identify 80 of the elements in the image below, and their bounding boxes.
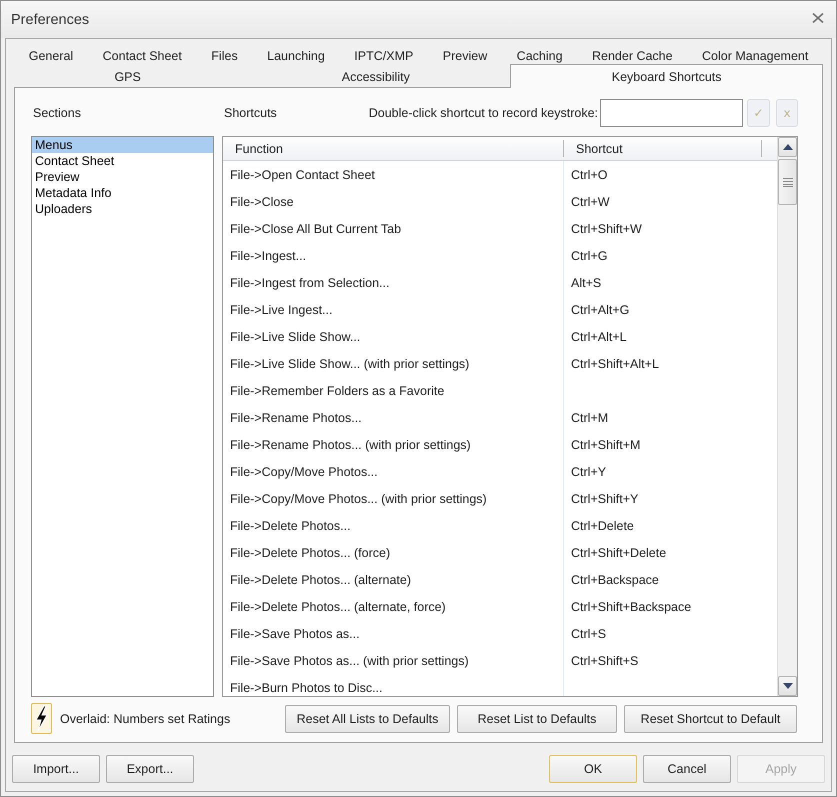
- tab[interactable]: Contact Sheet: [88, 45, 197, 66]
- tab[interactable]: General: [14, 45, 88, 66]
- section-item[interactable]: Metadata Info: [32, 185, 213, 201]
- function-cell: File->Live Slide Show...: [223, 323, 564, 350]
- shortcut-cell-text: Ctrl+S: [570, 626, 608, 642]
- function-cell: File->Copy/Move Photos... (with prior settings): [223, 485, 564, 512]
- function-cell: File->Save Photos as... (with prior settings): [223, 647, 564, 674]
- function-cell: File->Live Ingest...: [223, 296, 564, 323]
- ok-button[interactable]: OK: [549, 755, 637, 783]
- shortcut-cell-text: Ctrl+Delete: [570, 518, 635, 534]
- function-cell: File->Burn Photos to Disc...: [223, 674, 564, 696]
- tab[interactable]: Color Management: [687, 45, 824, 66]
- shortcut-cell-text: Ctrl+Shift+S: [570, 652, 640, 670]
- function-cell: File->Delete Photos... (alternate): [223, 566, 564, 593]
- shortcut-cell-text: Ctrl+Alt+L: [570, 328, 628, 346]
- lightning-icon: [34, 705, 49, 732]
- overlay-toggle-button[interactable]: [31, 703, 52, 734]
- function-cell: File->Close: [223, 188, 564, 215]
- shortcut-cell-text: Ctrl+Shift+Backspace: [570, 598, 692, 616]
- shortcut-cell-text: Ctrl+Shift+Delete: [570, 544, 668, 562]
- close-icon: [812, 12, 824, 22]
- function-cell: File->Remember Folders as a Favorite: [223, 377, 564, 404]
- function-cell: File->Live Slide Show... (with prior settings): [223, 350, 564, 377]
- function-cell: File->Copy/Move Photos...: [223, 458, 564, 485]
- scroll-up-button[interactable]: [778, 137, 797, 157]
- function-cell: File->Ingest from Selection...: [223, 269, 564, 296]
- section-item[interactable]: Uploaders: [32, 201, 213, 217]
- tab[interactable]: GPS: [14, 66, 242, 87]
- reset-button[interactable]: Reset List to Defaults: [457, 704, 617, 732]
- tab[interactable]: Preview: [428, 45, 502, 66]
- export-button[interactable]: Export...: [106, 755, 194, 783]
- grip-icon: [782, 178, 792, 186]
- import-button[interactable]: Import...: [12, 755, 100, 783]
- tab[interactable]: Files: [196, 45, 252, 66]
- down-arrow-icon: [782, 683, 792, 689]
- function-cell: File->Delete Photos...: [223, 512, 564, 539]
- shortcut-cell-text: Ctrl+Shift+M: [570, 436, 642, 454]
- shortcuts-heading: Shortcuts: [223, 106, 277, 120]
- column-header[interactable]: Shortcut: [564, 137, 762, 160]
- function-cell: File->Close All But Current Tab: [223, 215, 564, 242]
- shortcut-cell-text: Ctrl+Backspace: [570, 572, 660, 589]
- function-cell: File->Save Photos as...: [223, 620, 564, 647]
- shortcut-cell-text: Ctrl+Alt+G: [570, 302, 630, 318]
- reset-button[interactable]: Reset Shortcut to Default: [624, 704, 797, 732]
- section-item[interactable]: Menus: [32, 137, 213, 153]
- shortcut-cell-text: Ctrl+Y: [570, 464, 608, 480]
- scroll-down-button[interactable]: [778, 676, 797, 696]
- shortcut-cell-text: Ctrl+O: [570, 166, 608, 184]
- shortcut-cell-text: Ctrl+Shift+Alt+L: [570, 356, 660, 372]
- tab[interactable]: Launching: [252, 45, 340, 66]
- function-cell: File->Open Contact Sheet: [223, 161, 564, 188]
- function-cell: File->Delete Photos... (alternate, force): [223, 593, 564, 620]
- tab[interactable]: IPTC/XMP: [340, 45, 428, 66]
- tab[interactable]: Keyboard Shortcuts: [510, 64, 823, 88]
- function-cell: File->Rename Photos... (with prior settings): [223, 431, 564, 458]
- close-button[interactable]: [812, 12, 824, 22]
- function-cell: File->Rename Photos...: [223, 404, 564, 431]
- section-item[interactable]: Preview: [32, 169, 213, 185]
- shortcut-cell-text: Ctrl+G: [570, 248, 608, 264]
- shortcut-cell-text: Ctrl+M: [570, 410, 610, 426]
- column-header[interactable]: Function: [223, 137, 564, 160]
- cancel-button[interactable]: Cancel: [643, 755, 731, 783]
- section-item[interactable]: Contact Sheet: [32, 153, 213, 169]
- shortcut-cell-text: Ctrl+Shift+W: [570, 220, 643, 238]
- shortcut-cell-text: Ctrl+Shift+Y: [570, 490, 640, 508]
- reset-button[interactable]: Reset All Lists to Defaults: [285, 704, 450, 732]
- function-cell: File->Ingest...: [223, 242, 564, 269]
- tab[interactable]: Render Cache: [577, 45, 688, 66]
- keystroke-field[interactable]: [600, 99, 743, 127]
- function-cell: File->Delete Photos... (force): [223, 539, 564, 566]
- tab[interactable]: Caching: [502, 45, 578, 66]
- scroll-thumb[interactable]: [778, 159, 797, 205]
- record-keystroke-label: Double-click shortcut to record keystroke:: [368, 106, 598, 120]
- up-arrow-icon: [782, 144, 792, 150]
- overlay-status-text: Overlaid: Numbers set Ratings: [60, 712, 230, 726]
- sections-heading: Sections: [32, 106, 81, 120]
- shortcut-cell-text: Ctrl+W: [570, 194, 611, 210]
- window-title: Preferences: [11, 12, 90, 28]
- shortcut-cell-text: Alt+S: [570, 274, 602, 292]
- tab[interactable]: Accessibility: [241, 66, 510, 87]
